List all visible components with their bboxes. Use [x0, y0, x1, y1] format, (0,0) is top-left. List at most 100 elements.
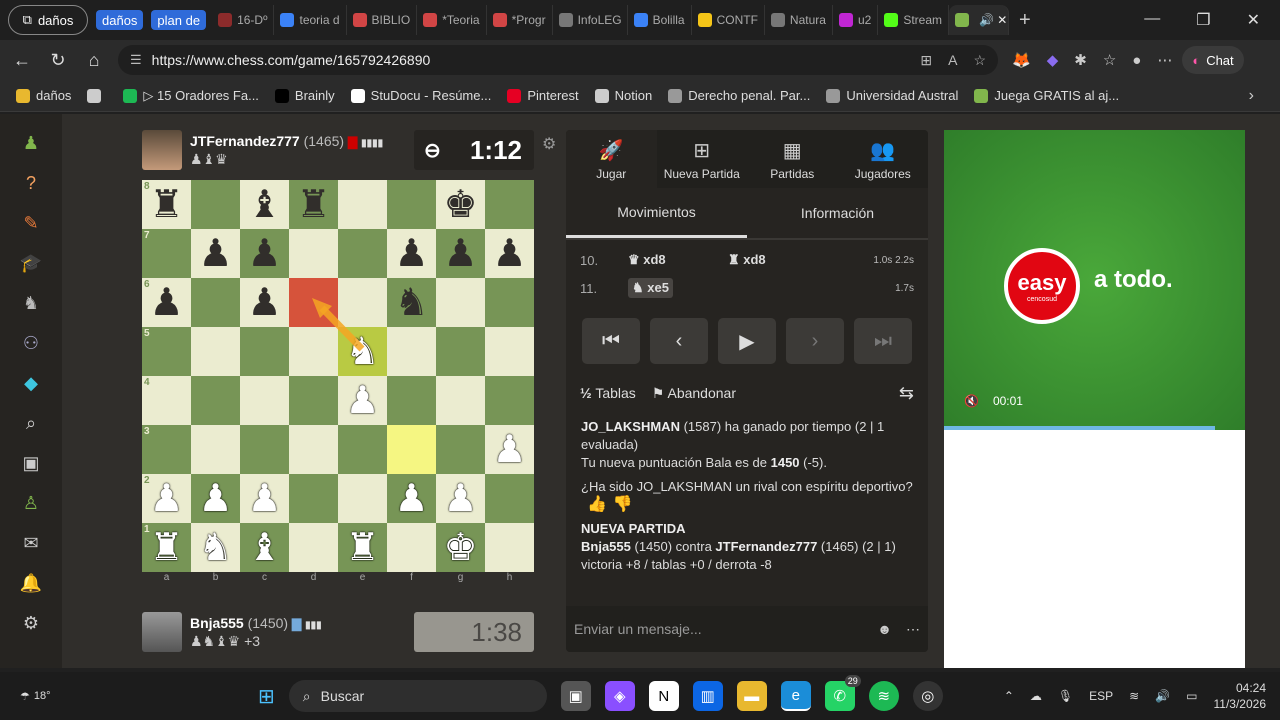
video-progress[interactable] — [944, 426, 1215, 430]
player-name[interactable]: Bnja555 — [190, 615, 244, 631]
chess-piece-wP[interactable]: ♟ — [149, 480, 183, 518]
copilot-chat-button[interactable]: ◐ Chat — [1182, 46, 1244, 74]
chess-piece-wP[interactable]: ♟ — [394, 480, 428, 518]
avatar[interactable] — [142, 130, 182, 170]
square-d4[interactable] — [289, 376, 338, 425]
metamask-icon[interactable]: 🦊 — [1012, 51, 1031, 69]
browser-tab[interactable]: u2 — [833, 5, 879, 35]
square-c5[interactable] — [240, 327, 289, 376]
microphone-icon[interactable]: 🎙 — [1058, 689, 1073, 703]
browser-tab[interactable]: 16-Dº — [212, 5, 275, 35]
refresh-button[interactable]: ↻ — [40, 50, 76, 71]
chess-piece-wP[interactable]: ♟ — [198, 480, 232, 518]
square-d2[interactable] — [289, 474, 338, 523]
square-f6[interactable]: ♞ — [387, 278, 436, 327]
chevron-up-icon[interactable]: ⌃ — [1004, 689, 1014, 703]
board-settings-icon[interactable]: ⚙ — [542, 134, 556, 154]
thumbs-up-icon[interactable]: 👍 — [587, 496, 607, 513]
home-button[interactable]: ⌂ — [76, 50, 112, 71]
windows-start-icon[interactable]: ⊞ — [258, 684, 275, 709]
weather-widget[interactable]: ☂ 18° — [20, 690, 51, 703]
site-info-icon[interactable]: ☰ — [130, 52, 142, 68]
chess-piece-bR[interactable]: ♜ — [296, 186, 330, 224]
tab-audio-close-icon[interactable]: 🔊 ✕ — [979, 13, 1007, 27]
square-g4[interactable] — [436, 376, 485, 425]
diamond-icon[interactable]: ◆ — [18, 370, 44, 396]
square-e5[interactable]: ♞ — [338, 327, 387, 376]
bookmark-item[interactable] — [87, 88, 107, 104]
learn-icon[interactable]: ✎ — [18, 210, 44, 236]
chess-piece-bP[interactable]: ♟ — [492, 235, 526, 273]
messages-icon[interactable]: ✉ — [18, 530, 44, 556]
browser-tab[interactable]: teoria d — [274, 5, 347, 35]
square-b8[interactable] — [191, 180, 240, 229]
next-move-button[interactable]: › — [786, 318, 844, 364]
square-f3[interactable] — [387, 425, 436, 474]
copilot-icon[interactable]: ◈ — [604, 681, 635, 711]
favorite-star-icon[interactable]: ☆ — [973, 52, 986, 69]
lessons-icon[interactable]: 🎓 — [18, 250, 44, 276]
square-g2[interactable]: ♟ — [436, 474, 485, 523]
square-b2[interactable]: ♟ — [191, 474, 240, 523]
trello-icon[interactable]: ▥ — [692, 681, 723, 711]
profile-icon[interactable]: ▣ — [18, 450, 44, 476]
tab-informacion[interactable]: Información — [747, 188, 928, 238]
square-e2[interactable] — [338, 474, 387, 523]
square-d1[interactable] — [289, 523, 338, 572]
chess-piece-wP[interactable]: ♟ — [247, 480, 281, 518]
bookmark-item[interactable]: StuDocu - Resúme... — [350, 88, 491, 104]
square-e8[interactable] — [338, 180, 387, 229]
square-g5[interactable] — [436, 327, 485, 376]
square-d5[interactable] — [289, 327, 338, 376]
square-b1[interactable]: ♞ — [191, 523, 240, 572]
square-a2[interactable]: 2 ♟ — [142, 474, 191, 523]
close-window-button[interactable]: ✕ — [1247, 10, 1260, 30]
square-h3[interactable]: ♟ — [485, 425, 534, 474]
address-bar[interactable]: ☰ https://www.chess.com/game/16579242689… — [118, 45, 998, 75]
tab-movimientos[interactable]: Movimientos — [566, 188, 747, 238]
square-b7[interactable]: ♟ — [191, 229, 240, 278]
emoji-icon[interactable]: ☻ — [877, 621, 892, 638]
thumbs-down-icon[interactable]: 👎 — [613, 496, 633, 513]
favorites-icon[interactable]: ☆ — [1103, 51, 1116, 69]
square-c4[interactable] — [240, 376, 289, 425]
chess-piece-bN[interactable]: ♞ — [394, 284, 428, 322]
task-view-icon[interactable]: ▣ — [560, 681, 591, 711]
square-e4[interactable]: ♟ — [338, 376, 387, 425]
profile-button[interactable]: ⧉ daños — [8, 5, 88, 35]
browser-tab[interactable]: BIBLIO — [347, 5, 418, 35]
square-d8[interactable]: ♜ — [289, 180, 338, 229]
square-g6[interactable] — [436, 278, 485, 327]
system-clock[interactable]: 04:24 11/3/2026 — [1214, 680, 1267, 712]
square-h2[interactable] — [485, 474, 534, 523]
new-tab-button[interactable]: + — [1019, 9, 1031, 32]
onedrive-icon[interactable]: ☁ — [1030, 689, 1042, 703]
bookmark-item[interactable]: Pinterest — [507, 88, 579, 104]
move-white[interactable]: ♛ xd8 — [628, 252, 728, 268]
square-h6[interactable] — [485, 278, 534, 327]
ad-video[interactable]: easy cencosud a todo. 🔇 00:01 — [944, 130, 1245, 430]
square-a1[interactable]: 1 ♜ — [142, 523, 191, 572]
flip-board-icon[interactable]: ⇆ — [899, 383, 914, 404]
square-a7[interactable]: 7 — [142, 229, 191, 278]
chess-piece-bP[interactable]: ♟ — [443, 235, 477, 273]
file-explorer-icon[interactable]: ▬ — [736, 681, 767, 711]
message-input[interactable]: Enviar un mensaje... ☻ ⋯ — [566, 606, 928, 652]
panel-tab-0[interactable]: 🚀 Jugar — [566, 130, 657, 188]
chess-piece-bR[interactable]: ♜ — [149, 186, 183, 224]
square-c3[interactable] — [240, 425, 289, 474]
square-d3[interactable] — [289, 425, 338, 474]
search-icon[interactable]: ⌕ — [18, 410, 44, 436]
square-f8[interactable] — [387, 180, 436, 229]
bookmark-item[interactable]: Universidad Austral — [826, 88, 958, 104]
spotify-icon[interactable]: ≋ — [868, 681, 899, 711]
back-button[interactable]: ← — [4, 50, 40, 71]
avatar[interactable] — [142, 612, 182, 652]
tab-group-danos[interactable]: daños — [96, 10, 144, 30]
chess-piece-wP[interactable]: ♟ — [443, 480, 477, 518]
square-b5[interactable] — [191, 327, 240, 376]
panel-tab-1[interactable]: ⊞ Nueva Partida — [657, 130, 748, 188]
notion-icon[interactable]: N — [648, 681, 679, 711]
square-f1[interactable] — [387, 523, 436, 572]
square-h8[interactable] — [485, 180, 534, 229]
